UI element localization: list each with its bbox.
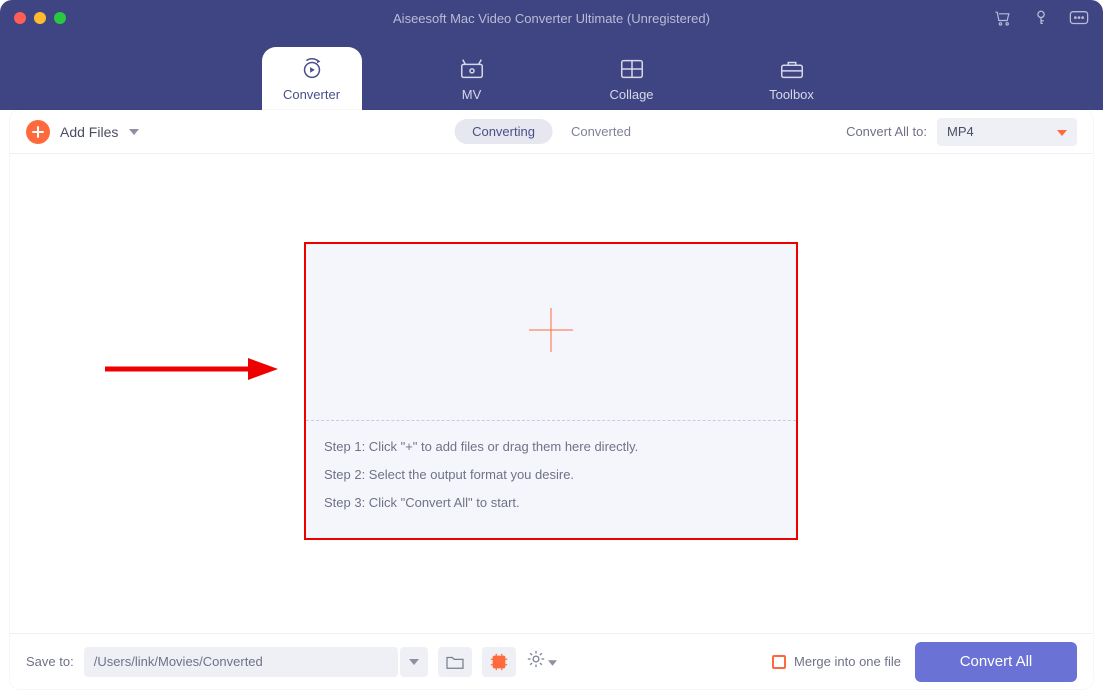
instruction-step-2: Step 2: Select the output format you des… — [324, 467, 778, 482]
converter-icon — [298, 57, 326, 81]
tab-toolbox[interactable]: Toolbox — [742, 47, 842, 110]
tab-label: MV — [462, 87, 482, 102]
checkbox-icon — [772, 655, 786, 669]
open-folder-button[interactable] — [438, 647, 472, 677]
tab-label: Toolbox — [769, 87, 814, 102]
add-files-label: Add Files — [60, 124, 118, 140]
tab-converter[interactable]: Converter — [262, 47, 362, 110]
add-files-button[interactable]: Add Files — [26, 120, 118, 144]
add-files-dropdown[interactable] — [128, 123, 140, 141]
save-path-field[interactable]: /Users/link/Movies/Converted — [84, 647, 398, 677]
save-path-dropdown[interactable] — [400, 647, 428, 677]
svg-text:ON: ON — [494, 660, 504, 667]
convert-all-button[interactable]: Convert All — [915, 642, 1077, 682]
segment-converting[interactable]: Converting — [454, 119, 553, 144]
drop-zone[interactable]: Step 1: Click "+" to add files or drag t… — [304, 242, 798, 540]
mv-icon — [458, 57, 486, 81]
convert-all-to-label: Convert All to: — [846, 124, 927, 139]
segment-converted[interactable]: Converted — [553, 119, 649, 144]
settings-button[interactable] — [526, 649, 557, 674]
window-title: Aiseesoft Mac Video Converter Ultimate (… — [0, 11, 1103, 26]
merge-checkbox[interactable]: Merge into one file — [772, 654, 901, 669]
instruction-step-1: Step 1: Click "+" to add files or drag t… — [324, 439, 778, 454]
main-navigation: Converter MV Collage Toolbox — [0, 36, 1103, 110]
drop-zone-plus-icon[interactable] — [523, 302, 579, 363]
titlebar: Aiseesoft Mac Video Converter Ultimate (… — [0, 0, 1103, 36]
gear-icon — [526, 649, 546, 674]
instruction-step-3: Step 3: Click "Convert All" to start. — [324, 495, 778, 510]
caret-down-icon — [1057, 124, 1067, 139]
save-path-value: /Users/link/Movies/Converted — [94, 654, 263, 669]
merge-label: Merge into one file — [794, 654, 901, 669]
annotation-arrow-icon — [100, 354, 280, 384]
footer-bar: Save to: /Users/link/Movies/Converted ON — [10, 633, 1093, 689]
tab-mv[interactable]: MV — [422, 47, 522, 110]
caret-down-icon — [548, 653, 557, 671]
main-area: Step 1: Click "+" to add files or drag t… — [10, 154, 1093, 633]
gpu-accel-button[interactable]: ON — [482, 647, 516, 677]
collage-icon — [618, 57, 646, 81]
tab-label: Converter — [283, 87, 340, 102]
tab-collage[interactable]: Collage — [582, 47, 682, 110]
save-to-label: Save to: — [26, 654, 74, 669]
plus-icon — [26, 120, 50, 144]
output-format-select[interactable]: MP4 — [937, 118, 1077, 146]
toolbox-icon — [778, 57, 806, 81]
tab-label: Collage — [609, 87, 653, 102]
format-selected-value: MP4 — [947, 124, 974, 139]
status-segment: Converting Converted — [454, 119, 649, 144]
toolbar: Add Files Converting Converted Convert A… — [10, 110, 1093, 154]
